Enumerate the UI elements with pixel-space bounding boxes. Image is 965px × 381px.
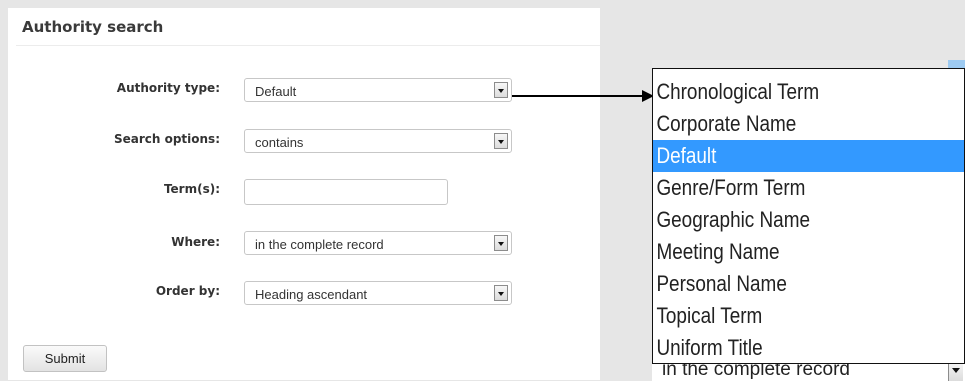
option-topical-term[interactable]: Topical Term bbox=[653, 300, 964, 332]
panel-title: Authority search bbox=[22, 18, 164, 36]
option-personal-name[interactable]: Personal Name bbox=[653, 268, 964, 300]
chevron-down-icon[interactable] bbox=[494, 82, 508, 98]
authority-type-value: Default bbox=[255, 84, 297, 99]
where-select[interactable]: in the complete record bbox=[244, 231, 512, 255]
option-geographic-name[interactable]: Geographic Name bbox=[653, 204, 964, 236]
option-uniform-title[interactable]: Uniform Title bbox=[653, 332, 964, 364]
option-chronological-term[interactable]: Chronological Term bbox=[653, 76, 964, 108]
chevron-down-icon[interactable] bbox=[948, 361, 963, 381]
order-by-select[interactable]: Heading ascendant bbox=[244, 281, 512, 305]
authority-type-select[interactable]: Default bbox=[244, 78, 512, 102]
terms-input[interactable] bbox=[244, 179, 448, 205]
submit-button[interactable]: Submit bbox=[23, 345, 107, 372]
chevron-down-icon[interactable] bbox=[494, 285, 508, 301]
search-options-label: Search options: bbox=[113, 132, 220, 146]
authority-type-label: Authority type: bbox=[116, 81, 220, 95]
chevron-down-icon[interactable] bbox=[494, 133, 508, 149]
where-label: Where: bbox=[171, 235, 220, 249]
order-by-label: Order by: bbox=[155, 284, 220, 298]
option-genre-form-term[interactable]: Genre/Form Term bbox=[653, 172, 964, 204]
where-value: in the complete record bbox=[255, 237, 384, 252]
chevron-down-icon[interactable] bbox=[494, 235, 508, 251]
option-meeting-name[interactable]: Meeting Name bbox=[653, 236, 964, 268]
authority-search-panel: Authority search Authority type: Default… bbox=[8, 8, 600, 380]
title-divider bbox=[16, 45, 600, 46]
search-options-value: contains bbox=[255, 135, 304, 150]
terms-label: Term(s): bbox=[163, 182, 220, 196]
option-corporate-name[interactable]: Corporate Name bbox=[653, 108, 964, 140]
callout-arrow-line bbox=[512, 95, 644, 97]
authority-type-listbox[interactable]: Chronological Term Corporate Name Defaul… bbox=[652, 68, 965, 364]
search-options-select[interactable]: contains bbox=[244, 129, 512, 153]
order-by-value: Heading ascendant bbox=[255, 287, 368, 302]
option-default-selected[interactable]: Default bbox=[653, 140, 964, 172]
